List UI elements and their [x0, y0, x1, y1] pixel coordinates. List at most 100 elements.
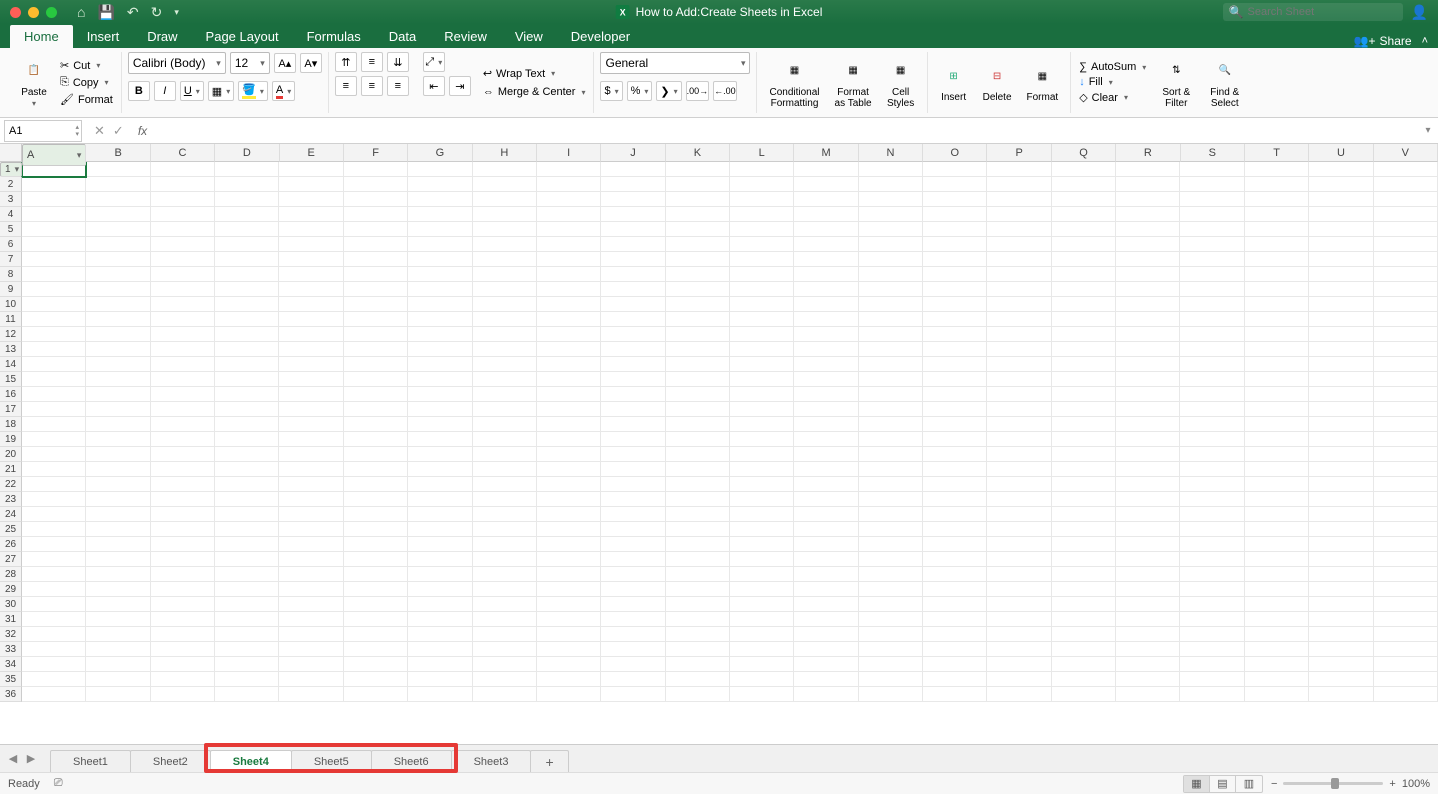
cell[interactable]	[1245, 342, 1309, 357]
cell[interactable]	[1116, 417, 1180, 432]
cell[interactable]	[859, 582, 923, 597]
cell[interactable]	[1052, 522, 1116, 537]
cell[interactable]	[22, 327, 86, 342]
cell[interactable]	[1374, 327, 1438, 342]
row-header[interactable]: 24	[0, 507, 22, 522]
cell[interactable]	[1245, 192, 1309, 207]
bold-button[interactable]: B	[128, 81, 150, 101]
fx-label[interactable]: fx	[132, 124, 153, 138]
cell[interactable]	[666, 537, 730, 552]
cell[interactable]	[794, 267, 858, 282]
cell[interactable]	[794, 582, 858, 597]
cell[interactable]	[923, 507, 987, 522]
increase-indent-button[interactable]: ⇥	[449, 76, 471, 96]
cell[interactable]	[473, 372, 537, 387]
cell[interactable]	[794, 192, 858, 207]
cell[interactable]	[1116, 537, 1180, 552]
cell[interactable]	[601, 447, 665, 462]
cell[interactable]	[987, 342, 1051, 357]
cell[interactable]	[473, 462, 537, 477]
zoom-in-button[interactable]: +	[1389, 778, 1395, 790]
cell[interactable]	[666, 297, 730, 312]
cell[interactable]	[344, 612, 408, 627]
cell[interactable]	[473, 612, 537, 627]
cell[interactable]	[601, 507, 665, 522]
cell[interactable]	[1309, 447, 1373, 462]
cell[interactable]	[1052, 567, 1116, 582]
cell[interactable]	[1116, 237, 1180, 252]
cell[interactable]	[344, 507, 408, 522]
cell[interactable]	[1374, 687, 1438, 702]
cells-area[interactable]	[22, 162, 1438, 744]
cell[interactable]	[151, 672, 215, 687]
cell[interactable]	[537, 237, 601, 252]
cell[interactable]	[473, 327, 537, 342]
cell[interactable]	[1309, 342, 1373, 357]
cell[interactable]	[408, 327, 472, 342]
cell[interactable]	[215, 447, 279, 462]
cell[interactable]	[215, 297, 279, 312]
page-layout-view-button[interactable]: ▤	[1210, 776, 1236, 792]
cell[interactable]	[1180, 687, 1244, 702]
cell[interactable]	[666, 192, 730, 207]
cell[interactable]	[859, 177, 923, 192]
cell[interactable]	[1180, 342, 1244, 357]
cell[interactable]	[537, 522, 601, 537]
cell[interactable]	[344, 177, 408, 192]
cell[interactable]	[601, 387, 665, 402]
cell[interactable]	[215, 642, 279, 657]
cell[interactable]	[859, 447, 923, 462]
cell[interactable]	[22, 492, 86, 507]
cell[interactable]	[730, 597, 794, 612]
cell[interactable]	[537, 537, 601, 552]
column-header[interactable]: J	[601, 144, 665, 162]
cell[interactable]	[408, 582, 472, 597]
cell[interactable]	[22, 282, 86, 297]
zoom-slider[interactable]	[1283, 782, 1383, 785]
cell[interactable]	[215, 327, 279, 342]
cell[interactable]	[987, 207, 1051, 222]
column-header[interactable]: M	[794, 144, 858, 162]
cell[interactable]	[1180, 462, 1244, 477]
cell[interactable]	[86, 522, 150, 537]
cell[interactable]	[22, 477, 86, 492]
cell[interactable]	[1309, 477, 1373, 492]
cell[interactable]	[537, 417, 601, 432]
cell[interactable]	[923, 402, 987, 417]
cell[interactable]	[1052, 492, 1116, 507]
normal-view-button[interactable]: ▦	[1184, 776, 1210, 792]
cell[interactable]	[215, 552, 279, 567]
sheet-tab-sheet6[interactable]: Sheet6	[371, 750, 452, 772]
cell[interactable]	[794, 312, 858, 327]
cell[interactable]	[279, 252, 343, 267]
cell[interactable]	[537, 507, 601, 522]
cell[interactable]	[86, 432, 150, 447]
row-header[interactable]: 20	[0, 447, 22, 462]
cell[interactable]	[601, 567, 665, 582]
cell[interactable]	[1180, 237, 1244, 252]
cell[interactable]	[859, 417, 923, 432]
cell[interactable]	[1116, 192, 1180, 207]
cell[interactable]	[859, 402, 923, 417]
row-header[interactable]: 6	[0, 237, 22, 252]
cell[interactable]	[730, 222, 794, 237]
sheet-nav-prev-icon[interactable]: ◀	[4, 750, 22, 768]
cell[interactable]	[730, 237, 794, 252]
cell[interactable]	[279, 507, 343, 522]
cell[interactable]	[987, 192, 1051, 207]
cell[interactable]	[1116, 477, 1180, 492]
cell[interactable]	[859, 657, 923, 672]
align-right-button[interactable]: ≡	[387, 76, 409, 96]
cell[interactable]	[1180, 597, 1244, 612]
cell[interactable]	[859, 222, 923, 237]
cell[interactable]	[794, 402, 858, 417]
cell[interactable]	[151, 492, 215, 507]
column-header[interactable]: P	[987, 144, 1051, 162]
cell[interactable]	[151, 432, 215, 447]
page-break-view-button[interactable]: ▥	[1236, 776, 1262, 792]
cell[interactable]	[215, 402, 279, 417]
cell[interactable]	[923, 612, 987, 627]
italic-button[interactable]: I	[154, 81, 176, 101]
row-header[interactable]: 7	[0, 252, 22, 267]
column-header[interactable]: T	[1245, 144, 1309, 162]
